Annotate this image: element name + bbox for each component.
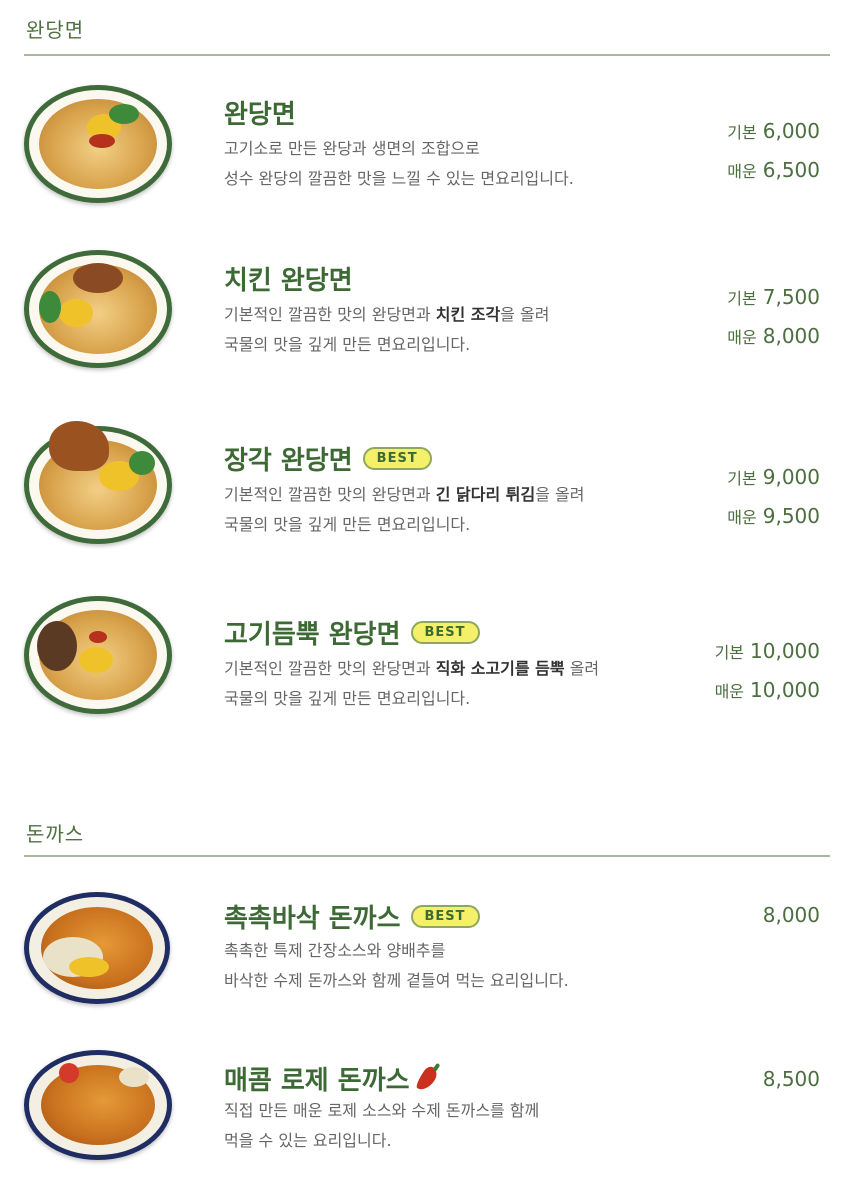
menu-item[interactable]: 완당면 고기소로 만든 완당과 생면의 조합으로 성수 완당의 깔끔한 맛을 느… [0,82,850,232]
item-description: 기본적인 깔끔한 맛의 완당면과 치킨 조각을 올려 국물의 맛을 깊게 만든 … [224,305,550,354]
section-divider [24,54,830,56]
menu-item[interactable]: 매콤 로제 돈까스 직접 만든 매운 로제 소스와 수제 돈까스를 함께 먹을 … [0,1048,850,1198]
section-divider [24,855,830,857]
chicken-wandangmyeon-image [24,250,172,368]
wandangmyeon-image [24,85,172,203]
chokchok-donkkaseu-image [24,892,170,1004]
item-description: 고기소로 만든 완당과 생면의 조합으로 성수 완당의 깔끔한 맛을 느낄 수 … [224,139,574,188]
menu-item[interactable]: 치킨 완당면 기본적인 깔끔한 맛의 완당면과 치킨 조각을 올려 국물의 맛을… [0,248,850,398]
item-name: 고기듬뿍 완당면 BEST [224,614,480,651]
best-badge: BEST [410,905,480,928]
menu-item[interactable]: 장각 완당면 BEST 기본적인 깔끔한 맛의 완당면과 긴 닭다리 튀김을 올… [0,418,850,568]
item-description: 촉촉한 특제 간장소스와 양배추를 바삭한 수제 돈까스와 함께 곁들여 먹는 … [224,941,569,990]
menu-item[interactable]: 고기듬뿍 완당면 BEST 기본적인 깔끔한 맛의 완당면과 직화 소고기를 듬… [0,596,850,746]
price-list: 기본 9,000 매운 9,500 [727,465,820,528]
best-badge: BEST [410,621,480,644]
item-description: 기본적인 깔끔한 맛의 완당면과 긴 닭다리 튀김을 올려 국물의 맛을 깊게 … [224,485,585,534]
menu-item[interactable]: 촉촉바삭 돈까스 BEST 촉촉한 특제 간장소스와 양배추를 바삭한 수제 돈… [0,886,850,1036]
chili-pepper-icon [413,1063,440,1094]
best-badge: BEST [362,447,432,470]
rose-donkkaseu-image [24,1050,172,1160]
price-list: 8,000 [762,903,820,927]
janggak-wandangmyeon-image [24,421,172,544]
price-list: 기본 6,000 매운 6,500 [727,119,820,182]
item-description: 직접 만든 매운 로제 소스와 수제 돈까스를 함께 먹을 수 있는 요리입니다… [224,1101,540,1150]
item-name: 장각 완당면 BEST [224,440,432,477]
item-name: 매콤 로제 돈까스 [224,1060,440,1097]
item-description: 기본적인 깔끔한 맛의 완당면과 직화 소고기를 듬뿍 올려 국물의 맛을 깊게… [224,659,600,708]
section-title-donkkaseu: 돈까스 [26,822,85,846]
section-title-wandangmyeon: 완당면 [26,18,85,42]
gogi-wandangmyeon-image [24,596,172,714]
price-list: 기본 7,500 매운 8,000 [727,285,820,348]
item-name: 완당면 [224,100,296,130]
item-name: 치킨 완당면 [224,266,353,296]
price-list: 8,500 [762,1067,820,1091]
item-name: 촉촉바삭 돈까스 BEST [224,898,480,935]
price-list: 기본 10,000 매운 10,000 [714,639,820,702]
